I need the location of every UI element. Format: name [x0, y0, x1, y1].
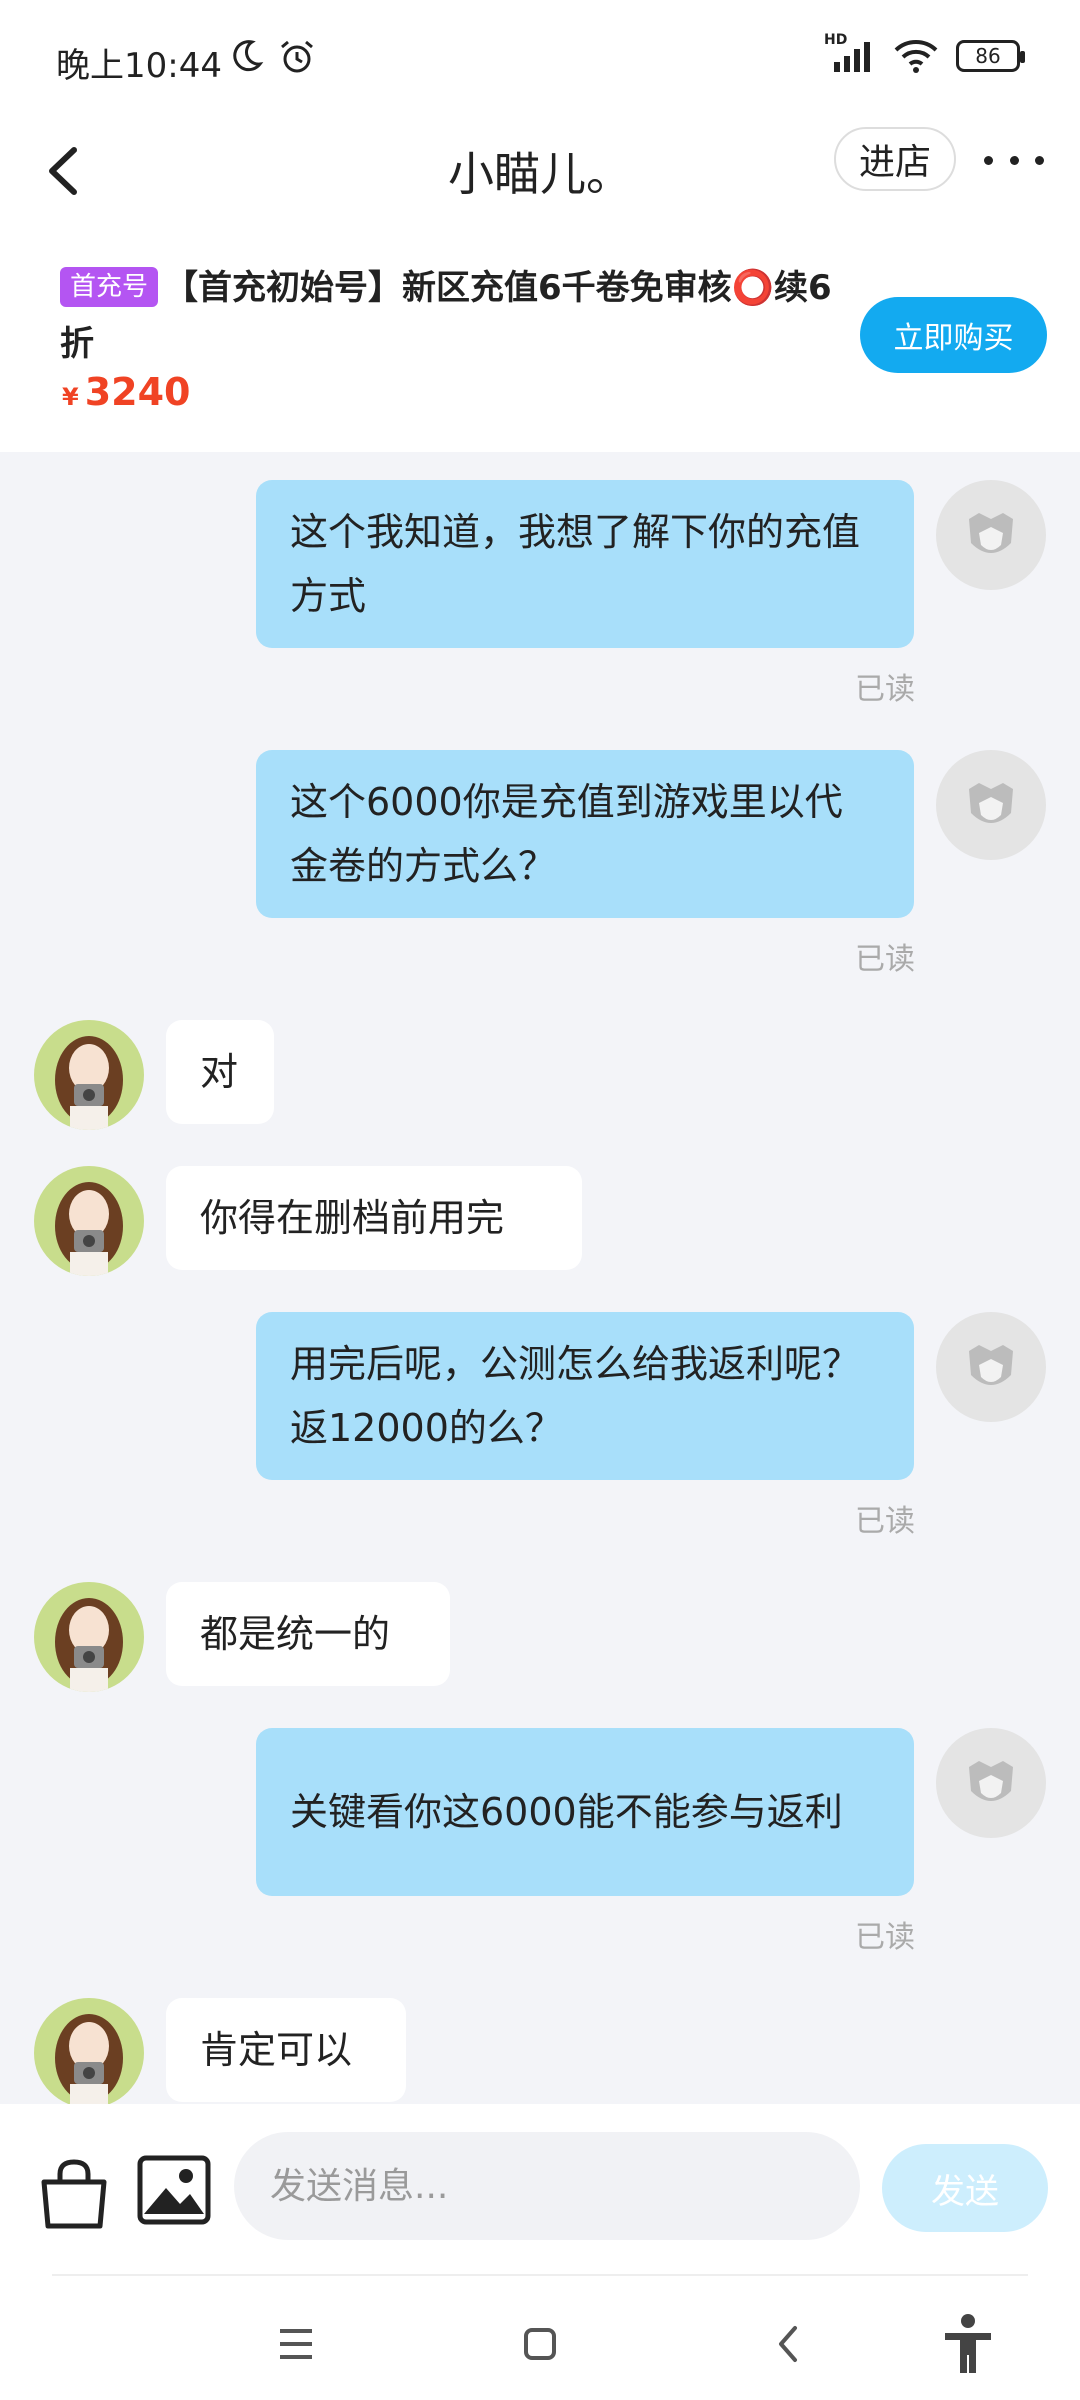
message-bubble-outgoing[interactable]: 用完后呢，公测怎么给我返利呢？返12000的么？ — [256, 1312, 914, 1480]
default-avatar-icon — [969, 1345, 1013, 1385]
message-input[interactable] — [234, 2132, 860, 2240]
home-button[interactable] — [500, 2304, 580, 2384]
menu-button[interactable] — [256, 2304, 336, 2384]
read-status: 已读 — [855, 1920, 915, 1955]
read-status: 已读 — [855, 942, 915, 977]
home-icon — [524, 2328, 556, 2360]
menu-icon — [280, 2329, 312, 2359]
message-bubble-outgoing[interactable]: 关键看你这6000能不能参与返利 — [256, 1728, 914, 1896]
message-text: 关键看你这6000能不能参与返利 — [290, 1790, 843, 1834]
status-left-icons — [228, 38, 316, 76]
price-symbol: ¥ — [62, 383, 79, 411]
message-bubble-incoming[interactable]: 你得在删档前用完 — [166, 1166, 582, 1270]
product-title-text: 【首充初始号】新区充值6千卷免审核⭕续6折 — [60, 268, 832, 364]
message-text: 都是统一的 — [200, 1612, 391, 1656]
send-button[interactable]: 发送 — [882, 2144, 1048, 2232]
status-time: 晚上10:44 — [56, 46, 222, 86]
girl-avatar-image — [34, 1166, 144, 1276]
girl-avatar-image — [34, 1020, 144, 1130]
girl-avatar-image — [34, 1582, 144, 1692]
my-avatar[interactable] — [936, 480, 1046, 590]
message-bubble-incoming[interactable]: 肯定可以 — [166, 1998, 406, 2102]
more-options-button[interactable] — [984, 140, 1044, 180]
product-price: ¥3240 — [62, 370, 190, 414]
image-picker-icon[interactable] — [134, 2150, 214, 2230]
wifi-icon — [894, 40, 938, 73]
read-status: 已读 — [855, 672, 915, 707]
more-dot — [1009, 155, 1019, 165]
read-status: 已读 — [855, 1504, 915, 1539]
back-arrow-icon — [49, 147, 77, 195]
more-dot — [984, 155, 993, 165]
my-avatar[interactable] — [936, 750, 1046, 860]
default-avatar-icon — [969, 513, 1013, 553]
message-bubble-outgoing[interactable]: 这个我知道，我想了解下你的充值方式 — [256, 480, 914, 648]
message-bubble-incoming[interactable]: 都是统一的 — [166, 1582, 450, 1686]
message-text: 这个6000你是充值到游戏里以代金卷的方式么？ — [290, 780, 843, 888]
message-composer: 发送 — [0, 2104, 1080, 2274]
message-text: 肯定可以 — [200, 2028, 353, 2072]
partner-avatar[interactable] — [34, 1582, 144, 1692]
message-text: 用完后呢，公测怎么给我返利呢？返12000的么？ — [290, 1342, 861, 1450]
message-bubble-incoming[interactable]: 对 — [166, 1020, 274, 1124]
alarm-icon — [281, 40, 313, 73]
partner-avatar[interactable] — [34, 1020, 144, 1130]
product-tag: 首充号 — [60, 267, 159, 307]
enter-shop-button[interactable]: 进店 — [834, 127, 956, 191]
girl-avatar-image — [34, 1998, 144, 2104]
status-right-icons: HD 86 — [824, 32, 1025, 74]
buy-now-button[interactable]: 立即购买 — [860, 297, 1047, 373]
message-text: 对 — [200, 1050, 239, 1094]
chat-header: 小瞄儿。 进店 — [0, 120, 1080, 240]
divider — [52, 2274, 1028, 2276]
signal-icon: HD — [824, 32, 876, 74]
back-button[interactable] — [40, 132, 110, 222]
message-bubble-outgoing[interactable]: 这个6000你是充值到游戏里以代金卷的方式么？ — [256, 750, 914, 918]
accessibility-button[interactable] — [928, 2304, 1008, 2384]
price-value: 3240 — [84, 370, 191, 414]
shopping-bag-icon[interactable] — [34, 2154, 114, 2234]
message-text: 这个我知道，我想了解下你的充值方式 — [290, 510, 861, 618]
back-icon — [779, 2326, 797, 2362]
more-dot — [1035, 155, 1044, 165]
product-title: 首充号 【首充初始号】新区充值6千卷免审核⭕续6折 — [60, 260, 850, 372]
partner-avatar[interactable] — [34, 1166, 144, 1276]
partner-avatar[interactable] — [34, 1998, 144, 2104]
system-back-button[interactable] — [748, 2304, 828, 2384]
default-avatar-icon — [969, 1761, 1013, 1801]
status-bar: 晚上10:44 HD 86 — [0, 0, 1080, 120]
system-navigation-bar — [0, 2274, 1080, 2400]
moon-icon — [233, 40, 264, 72]
message-list[interactable]: 这个我知道，我想了解下你的充值方式 已读 这个6000你是充值到游戏里以代金卷的… — [0, 452, 1080, 2104]
message-text: 你得在删档前用完 — [200, 1196, 505, 1240]
default-avatar-icon — [969, 783, 1013, 823]
my-avatar[interactable] — [936, 1312, 1046, 1422]
product-card[interactable]: 首充号 【首充初始号】新区充值6千卷免审核⭕续6折 ¥3240 立即购买 — [0, 240, 1080, 452]
accessibility-icon — [945, 2314, 991, 2373]
my-avatar[interactable] — [936, 1728, 1046, 1838]
battery-indicator: 86 — [956, 40, 1025, 72]
